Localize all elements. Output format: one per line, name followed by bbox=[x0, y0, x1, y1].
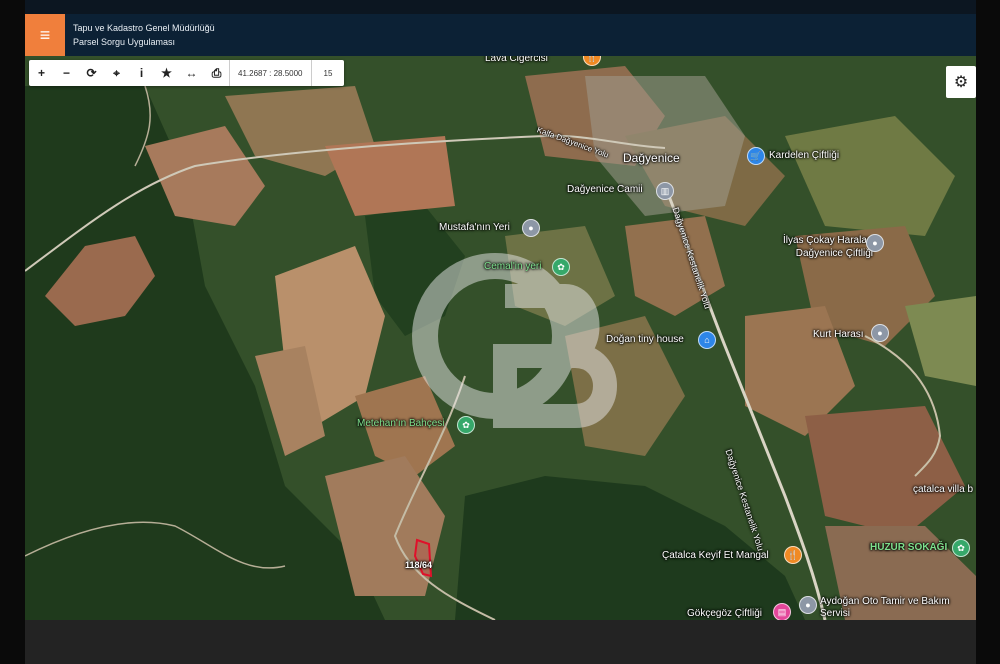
locate-icon[interactable]: ⌖ bbox=[104, 60, 129, 86]
label-dagyenice: Dağyenice bbox=[623, 151, 680, 165]
location-pin-icon[interactable]: ● bbox=[522, 219, 540, 237]
print-icon[interactable]: ⎙ bbox=[204, 60, 229, 86]
farm-shop-pin-icon[interactable]: ▤ bbox=[773, 603, 791, 620]
grill-pin-icon[interactable]: 🍴 bbox=[784, 546, 802, 564]
label-metehan: Metehan'ın Bahçesi bbox=[357, 418, 445, 429]
app-title: Parsel Sorgu Uygulaması bbox=[73, 37, 176, 47]
label-lava-cigercisi: Lava Ciğercisi bbox=[485, 56, 548, 64]
zoom-level-readout: 15 bbox=[323, 68, 333, 78]
label-dagyenice-camii: Dağyenice Camii bbox=[567, 184, 643, 195]
menu-icon[interactable]: ≡ bbox=[25, 14, 65, 56]
map-toolbar: + − ⟳ ⌖ i ★ ↔ ⎙ 41.2687 : 28.5000 15 bbox=[29, 60, 345, 86]
label-huzur: HUZUR SOKAĞI bbox=[870, 542, 948, 553]
app-window: ≡ Tapu ve Kadastro Genel Müdürlüğü Parse… bbox=[25, 0, 976, 620]
lodging-pin-icon[interactable]: ⌂ bbox=[698, 331, 716, 349]
label-catalca-keyif: Çatalca Keyif Et Mangal bbox=[662, 550, 769, 561]
org-title: Tapu ve Kadastro Genel Müdürlüğü bbox=[73, 23, 215, 33]
label-gokcegoz: Gökçegöz Çiftliği bbox=[687, 608, 763, 619]
park-pin-icon[interactable]: ✿ bbox=[552, 258, 570, 276]
garden-pin-icon[interactable]: ✿ bbox=[457, 416, 475, 434]
parcel-label[interactable]: 118/64 bbox=[405, 560, 432, 570]
settings-gear-icon[interactable]: ⚙ bbox=[946, 66, 976, 98]
info-icon[interactable]: i bbox=[129, 60, 154, 86]
measure-icon[interactable]: ↔ bbox=[179, 60, 204, 86]
coordinate-readout: 41.2687 : 28.5000 bbox=[229, 60, 312, 86]
top-strip bbox=[25, 0, 976, 14]
label-ilyas: İlyas Çokay Haraları Dağyenice Çiftliği bbox=[782, 235, 873, 259]
bottom-bar bbox=[25, 620, 976, 664]
label-kurt: Kurt Harası bbox=[813, 329, 864, 340]
refresh-icon[interactable]: ⟳ bbox=[79, 60, 104, 86]
label-kardelen: Kardelen Çiftliği bbox=[769, 150, 840, 161]
label-aydogan: Aydoğan Oto Tamir ve Bakım Servisi bbox=[820, 596, 950, 619]
header-titles: Tapu ve Kadastro Genel Müdürlüğü Parsel … bbox=[73, 21, 215, 49]
satellite-map[interactable]: Lava Ciğercisi 🍴 Kalfa Dağyenice Yolu Da… bbox=[25, 56, 976, 620]
label-catalca-villa: çatalca villa b bbox=[913, 484, 974, 495]
stable-pin-icon[interactable]: ● bbox=[871, 324, 889, 342]
app-header: ≡ Tapu ve Kadastro Genel Müdürlüğü Parse… bbox=[25, 14, 976, 56]
street-pin-icon[interactable]: ✿ bbox=[952, 539, 970, 557]
farm-pin-icon[interactable]: ● bbox=[866, 234, 884, 252]
favorite-icon[interactable]: ★ bbox=[154, 60, 179, 86]
shop-pin-icon[interactable]: 🛒 bbox=[747, 147, 765, 165]
zoom-in-button[interactable]: + bbox=[29, 60, 54, 86]
zoom-out-button[interactable]: − bbox=[54, 60, 79, 86]
label-mustafa: Mustafa'nın Yeri bbox=[439, 222, 510, 233]
label-dogan: Doğan tiny house bbox=[606, 334, 684, 345]
mosque-pin-icon[interactable]: ▥ bbox=[656, 182, 674, 200]
repair-pin-icon[interactable]: ● bbox=[799, 596, 817, 614]
label-cemalin: Cemal'in yeri bbox=[484, 261, 542, 272]
